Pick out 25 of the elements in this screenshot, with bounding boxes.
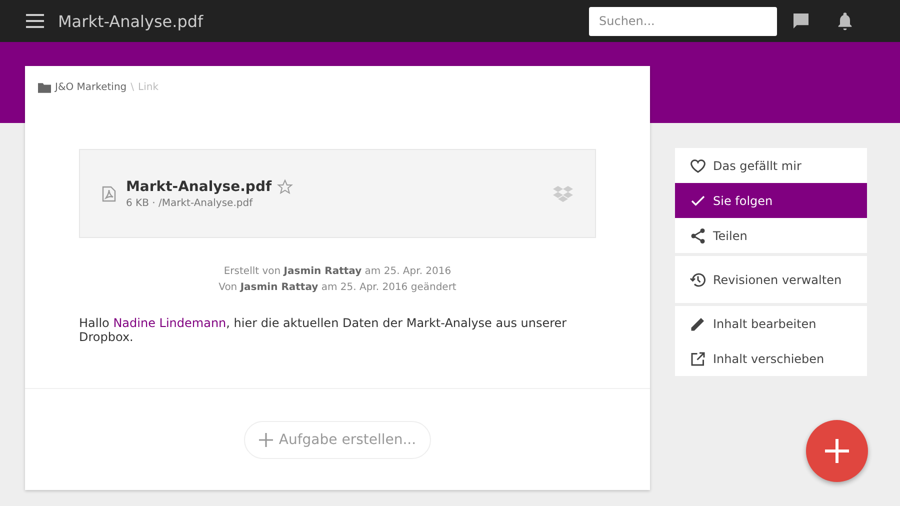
breadcrumb-link[interactable]: J&O Marketing <box>55 82 127 93</box>
pdf-file-icon <box>102 186 116 202</box>
message-text: Hallo Nadine Lindemann, hier die aktuellen Daten der Markt-Analyse aus unserer Dropbox. <box>79 316 568 344</box>
add-button[interactable] <box>806 420 868 482</box>
menu-icon[interactable] <box>26 14 44 28</box>
breadcrumb-current: Link <box>138 82 158 93</box>
chat-icon[interactable] <box>791 11 811 31</box>
external-link-icon <box>689 350 707 368</box>
plus-icon <box>824 438 850 464</box>
folder-icon <box>38 82 51 93</box>
file-name: Markt-Analyse.pdf <box>126 178 272 194</box>
page-title: Markt-Analyse.pdf <box>58 12 204 30</box>
share-icon <box>689 226 707 244</box>
breadcrumb-separator: \ <box>130 82 134 93</box>
star-icon[interactable] <box>276 178 293 194</box>
search-field[interactable]: Suchen... <box>589 6 777 36</box>
file-meta: 6 KB · /Markt-Analyse.pdf <box>126 198 254 208</box>
history-icon <box>689 270 707 288</box>
history-line: Erstellt von Jasmin Rattay am 25. Apr. 2016 <box>222 265 452 279</box>
box-icon <box>553 184 573 202</box>
action-item[interactable]: Sie folgen <box>675 183 867 218</box>
history-line: Von Jasmin Rattay am 25. Apr. 2016 geändert <box>218 281 458 295</box>
plus-icon <box>258 432 273 446</box>
heart-icon <box>689 156 707 174</box>
mention-link[interactable]: Nadine Lindemann <box>113 316 226 330</box>
